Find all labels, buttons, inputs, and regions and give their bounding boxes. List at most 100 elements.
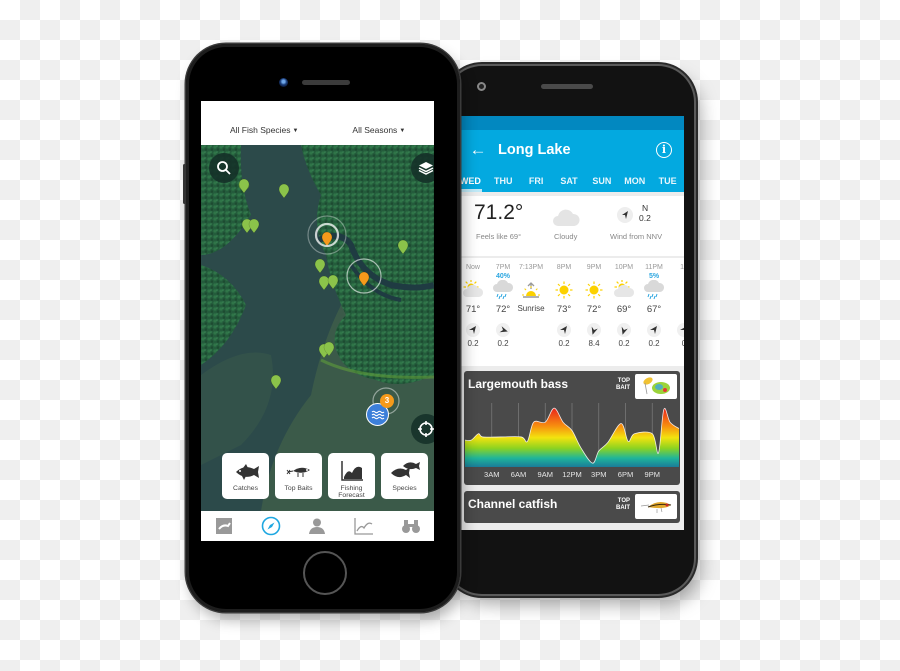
- rain-icon: [488, 279, 518, 301]
- volume-button: [183, 164, 186, 204]
- tab-feed[interactable]: [209, 515, 239, 537]
- tab-tue[interactable]: TUE: [651, 176, 684, 186]
- tab-sun[interactable]: SUN: [585, 176, 618, 186]
- hour-wind-speed: 0.2: [558, 339, 570, 348]
- fish-name: Largemouth bass: [468, 377, 569, 391]
- fishing-forecast-button[interactable]: Fishing Forecast: [328, 453, 375, 499]
- app-bar: ← Long Lake i: [460, 130, 684, 170]
- hour-time: 12: [680, 264, 684, 271]
- wind-arrow-ne-icon: [496, 323, 510, 337]
- fish-card-channel-catfish[interactable]: Channel catfish TOP BAIT: [464, 491, 680, 523]
- current-temperature: 71.2°: [474, 201, 524, 224]
- season-filter-dropdown[interactable]: All Seasons ▼: [352, 125, 405, 135]
- wind-arrow-se-icon: [617, 323, 631, 337]
- catches-button[interactable]: Catches: [222, 453, 269, 499]
- hour-wind-speed: 0.2: [618, 339, 630, 348]
- wind-arrow-nw-icon: [466, 323, 480, 337]
- hour-temperature: 72°: [495, 304, 511, 315]
- top-bait-label: TOP BAIT: [616, 378, 630, 392]
- earpiece-speaker: [302, 80, 350, 85]
- home-button[interactable]: [303, 551, 347, 595]
- x-tick-label: 3AM: [484, 470, 499, 479]
- forecast-chart-icon: [340, 456, 364, 482]
- filter-bar: All Fish Species ▼ All Seasons ▼: [201, 101, 434, 145]
- satellite-map[interactable]: 3 Catches Top Baits Fishing Forecast Spe…: [201, 145, 434, 511]
- condition-label: Cloudy: [554, 232, 578, 241]
- tab-forecast[interactable]: [349, 515, 379, 537]
- hourly-item: 9PM 72° 8.4: [579, 258, 609, 348]
- sun-icon: [579, 279, 609, 301]
- wind-arrow-nw-icon: [557, 323, 571, 337]
- crankbait-icon[interactable]: [635, 494, 677, 519]
- hourly-item: 8PM 73° 0.2: [549, 258, 579, 348]
- feels-like: Feels like 69°: [476, 232, 522, 241]
- hourly-item: 10PM 69° 0.2: [609, 258, 639, 348]
- hour-time: 7:13PM: [518, 264, 544, 271]
- hourly-item: 11PM 5% 67° 0.2: [639, 258, 669, 348]
- two-fish-icon: [389, 456, 421, 482]
- front-camera: [477, 82, 486, 91]
- layers-icon[interactable]: [411, 153, 434, 183]
- hour-wind-speed: 0: [681, 339, 684, 348]
- status-bar: [460, 116, 684, 130]
- x-tick-label: 9AM: [538, 470, 553, 479]
- hour-time: Now: [465, 264, 480, 271]
- sunrise-icon: [516, 279, 546, 301]
- tab-fri[interactable]: FRI: [520, 176, 553, 186]
- top-bait-line1: TOP: [617, 378, 630, 384]
- tab-discover[interactable]: [396, 515, 426, 537]
- fishing-forecast-label: Fishing Forecast: [338, 485, 365, 499]
- crosshair-icon[interactable]: [411, 414, 434, 444]
- top-bait-line1: TOP: [617, 498, 630, 504]
- top-baits-button[interactable]: Top Baits: [275, 453, 322, 499]
- hourly-item: 7PM 40% 72° 0.2: [488, 258, 518, 348]
- quick-actions: Catches Top Baits Fishing Forecast Speci…: [222, 453, 428, 499]
- fish-icon: [232, 456, 260, 482]
- tab-sat[interactable]: SAT: [553, 176, 586, 186]
- hourly-item: 12 0: [669, 258, 684, 348]
- species-filter-label: All Fish Species: [230, 125, 291, 135]
- x-tick-label: 9PM: [645, 470, 660, 479]
- spinnerbait-icon[interactable]: [635, 374, 677, 399]
- x-tick-label: 6AM: [511, 470, 526, 479]
- fish-name: Channel catfish: [468, 497, 558, 511]
- fish-card-largemouth-bass[interactable]: Largemouth bass TOP BAIT 3AM 6AM 9AM 12P…: [464, 371, 680, 485]
- top-bait-line2: BAIT: [616, 505, 630, 511]
- caret-down-icon: ▼: [399, 128, 406, 134]
- hour-temperature: 73°: [556, 304, 572, 315]
- cluster-count-badge: 3: [380, 394, 394, 408]
- search-icon[interactable]: [209, 153, 239, 183]
- iphone-screen: All Fish Species ▼ All Seasons ▼ 3 Catch…: [201, 101, 434, 541]
- season-filter-label: All Seasons: [352, 125, 398, 135]
- species-filter-dropdown[interactable]: All Fish Species ▼: [230, 125, 298, 135]
- tab-explore[interactable]: [256, 515, 286, 537]
- tab-thu[interactable]: THU: [487, 176, 520, 186]
- tab-profile[interactable]: [302, 515, 332, 537]
- hour-temperature: [669, 304, 684, 320]
- earpiece-speaker: [541, 84, 593, 89]
- hour-time: 8PM: [556, 264, 572, 271]
- hourly-forecast[interactable]: Now 71° 0.2 7PM 40% 72° 0.2 7:13PM Sunrise 8PM 73°…: [460, 258, 684, 366]
- active-tab-indicator: [460, 189, 482, 192]
- hour-temperature: 72°: [586, 304, 602, 315]
- wind-arrow-icon: [617, 207, 633, 223]
- hour-temperature: Sunrise: [517, 304, 545, 313]
- weather-icon: [669, 279, 684, 301]
- wind-direction: N: [642, 203, 649, 213]
- x-tick-label: 6PM: [618, 470, 633, 479]
- caret-down-icon: ▼: [292, 128, 299, 134]
- species-button[interactable]: Species: [381, 453, 428, 499]
- info-icon[interactable]: i: [656, 142, 672, 158]
- hour-wind-speed: 0.2: [648, 339, 660, 348]
- page-title: Long Lake: [498, 142, 571, 158]
- hourly-item: Now 71° 0.2: [460, 258, 488, 348]
- arrow-left-icon[interactable]: ←: [460, 140, 496, 160]
- hour-temperature: 67°: [646, 304, 662, 315]
- person-icon: [309, 518, 326, 534]
- tab-wed[interactable]: WED: [460, 176, 487, 186]
- compass-icon: [261, 516, 281, 536]
- wind-arrow-nw-icon: [647, 323, 661, 337]
- tab-mon[interactable]: MON: [618, 176, 651, 186]
- rain-icon: [639, 279, 669, 301]
- lure-icon: [285, 456, 313, 482]
